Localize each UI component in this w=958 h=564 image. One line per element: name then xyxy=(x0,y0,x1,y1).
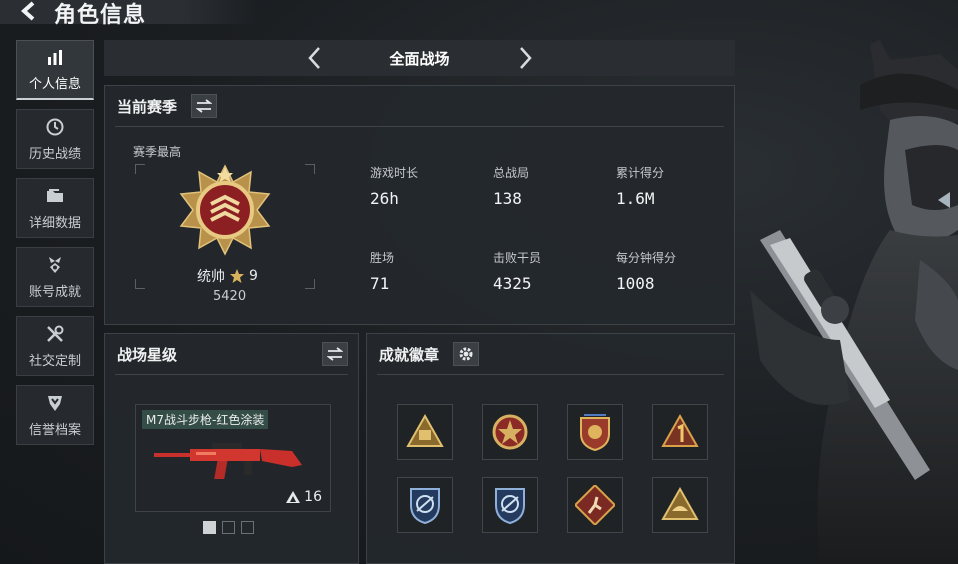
season-switch-button[interactable] xyxy=(191,94,218,118)
gold-triangle-badge-icon xyxy=(406,413,444,447)
chevron-right-icon xyxy=(519,47,532,69)
stat-value: 138 xyxy=(493,189,522,208)
gold-shield-badge-icon xyxy=(580,414,610,452)
rank-name: 统帅 xyxy=(197,269,225,285)
prev-mode-button[interactable] xyxy=(300,43,330,73)
mode-title: 全面战场 xyxy=(389,49,450,68)
rank-emblem-icon xyxy=(179,164,271,256)
star-panel-title: 战场星级 xyxy=(117,345,178,364)
weapon-card[interactable]: M7战斗步枪-红色涂装 16 xyxy=(135,404,331,512)
folder-icon xyxy=(45,186,65,206)
divider xyxy=(377,374,724,375)
sidebar: 个人信息 历史战绩 详细数据 账号成就 社交定制 信誉档案 xyxy=(16,40,94,454)
stat-value: 1008 xyxy=(616,274,655,293)
stat-label: 游戏时长 xyxy=(370,166,419,180)
divider xyxy=(115,126,724,127)
weapon-name: M7战斗步枪-红色涂装 xyxy=(142,410,269,429)
page-indicator[interactable] xyxy=(222,521,235,534)
back-arrow-icon xyxy=(20,1,35,21)
sidebar-item-reputation[interactable]: 信誉档案 xyxy=(16,385,94,445)
stat-value: 26h xyxy=(370,189,399,208)
sidebar-item-label: 历史战绩 xyxy=(28,146,81,162)
rank-stars: 9 xyxy=(249,268,258,284)
weapon-pager xyxy=(203,521,254,534)
current-season-panel: 当前赛季 赛季最高 统帅 9 5420 游戏时长 26h 总战局 138 累计得… xyxy=(104,85,735,325)
sidebar-item-label: 信誉档案 xyxy=(28,422,81,438)
rifle-icon xyxy=(154,443,302,479)
achievement-badge[interactable] xyxy=(652,404,708,460)
star-switch-button[interactable] xyxy=(322,342,348,366)
sidebar-item-detail-data[interactable]: 详细数据 xyxy=(16,178,94,238)
achievement-settings-button[interactable] xyxy=(453,342,480,366)
red-runner-badge-icon xyxy=(575,485,615,525)
achievement-badge[interactable] xyxy=(567,404,623,460)
rank-score: 5420 xyxy=(213,289,247,304)
stat-label: 胜场 xyxy=(370,251,395,265)
sidebar-item-achievements[interactable]: 账号成就 xyxy=(16,247,94,307)
gear-icon xyxy=(459,347,473,361)
history-clock-icon xyxy=(45,117,65,137)
page-indicator[interactable] xyxy=(203,521,216,534)
bar-chart-icon xyxy=(45,47,65,67)
achievement-badge[interactable] xyxy=(397,477,453,533)
stat-value: 71 xyxy=(370,274,390,293)
stat-label: 累计得分 xyxy=(616,166,665,180)
divider xyxy=(115,374,348,375)
season-panel-title: 当前赛季 xyxy=(117,97,178,116)
achievement-badges-panel: 成就徽章 xyxy=(366,333,735,564)
blue-shield-badge-icon xyxy=(495,488,525,525)
tools-icon xyxy=(45,324,65,344)
triangle-number-one-badge-icon xyxy=(661,413,699,447)
achievement-badge[interactable] xyxy=(482,404,538,460)
season-best-label: 赛季最高 xyxy=(133,145,182,159)
achievement-panel-title: 成就徽章 xyxy=(379,345,440,364)
next-mode-button[interactable] xyxy=(510,43,540,73)
blue-shield-badge-icon xyxy=(410,488,440,525)
header-bar: 角色信息 xyxy=(0,0,260,28)
achievement-panel-header: 成就徽章 xyxy=(379,342,480,366)
sidebar-item-social[interactable]: 社交定制 xyxy=(16,316,94,376)
sidebar-item-label: 账号成就 xyxy=(28,284,81,300)
achievement-badge[interactable] xyxy=(482,477,538,533)
stat-play-time: 游戏时长 26h xyxy=(370,164,480,208)
swap-icon xyxy=(327,347,343,361)
medal-icon xyxy=(45,255,65,275)
rank-name-row: 统帅 9 xyxy=(197,266,258,286)
star-panel-header: 战场星级 xyxy=(117,342,348,366)
mode-selector: 全面战场 xyxy=(104,40,735,76)
stat-value: 1.6M xyxy=(616,189,655,208)
swap-icon xyxy=(196,99,213,113)
weapon-level-value: 16 xyxy=(304,489,322,505)
achievement-badge[interactable] xyxy=(567,477,623,533)
stat-label: 总战局 xyxy=(493,166,530,180)
weapon-level: 16 xyxy=(285,489,322,505)
sidebar-item-history[interactable]: 历史战绩 xyxy=(16,109,94,169)
red-star-round-badge-icon xyxy=(492,414,528,450)
sidebar-item-label: 社交定制 xyxy=(28,353,81,369)
star-icon xyxy=(230,269,244,283)
stat-wins: 胜场 71 xyxy=(370,249,480,293)
chevron-left-icon xyxy=(307,47,320,69)
reputation-icon xyxy=(45,393,65,413)
star-level-icon xyxy=(286,491,301,503)
sidebar-item-label: 详细数据 xyxy=(28,215,81,231)
character-illustration xyxy=(750,40,958,564)
stat-score-per-minute: 每分钟得分 1008 xyxy=(616,249,726,293)
stat-label: 击败干员 xyxy=(493,251,542,265)
battlefield-star-panel: 战场星级 M7战斗步枪-红色涂装 16 xyxy=(104,333,359,564)
back-button[interactable] xyxy=(14,0,44,22)
achievement-badge[interactable] xyxy=(652,477,708,533)
page-indicator[interactable] xyxy=(241,521,254,534)
stat-label: 每分钟得分 xyxy=(616,251,677,265)
stat-value: 4325 xyxy=(493,274,532,293)
sidebar-item-label: 个人信息 xyxy=(28,77,81,92)
season-panel-header: 当前赛季 xyxy=(117,94,218,118)
stat-total-score: 累计得分 1.6M xyxy=(616,164,726,208)
stat-kills: 击败干员 4325 xyxy=(493,249,603,293)
sidebar-item-personal-info[interactable]: 个人信息 xyxy=(16,40,94,100)
stat-total-matches: 总战局 138 xyxy=(493,164,603,208)
page-title: 角色信息 xyxy=(54,3,147,28)
gold-triangle-hat-badge-icon xyxy=(661,486,699,520)
achievement-badge[interactable] xyxy=(397,404,453,460)
